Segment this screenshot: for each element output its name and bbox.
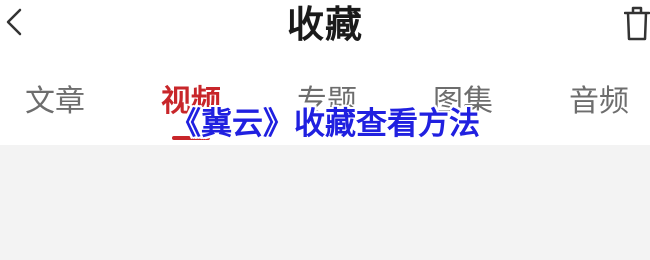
trash-button[interactable] <box>618 0 650 44</box>
content-area <box>0 145 650 260</box>
page-title: 收藏 <box>287 2 363 46</box>
caption-overlay: 《冀云》收藏查看方法 <box>170 106 480 142</box>
trash-icon <box>624 6 650 41</box>
